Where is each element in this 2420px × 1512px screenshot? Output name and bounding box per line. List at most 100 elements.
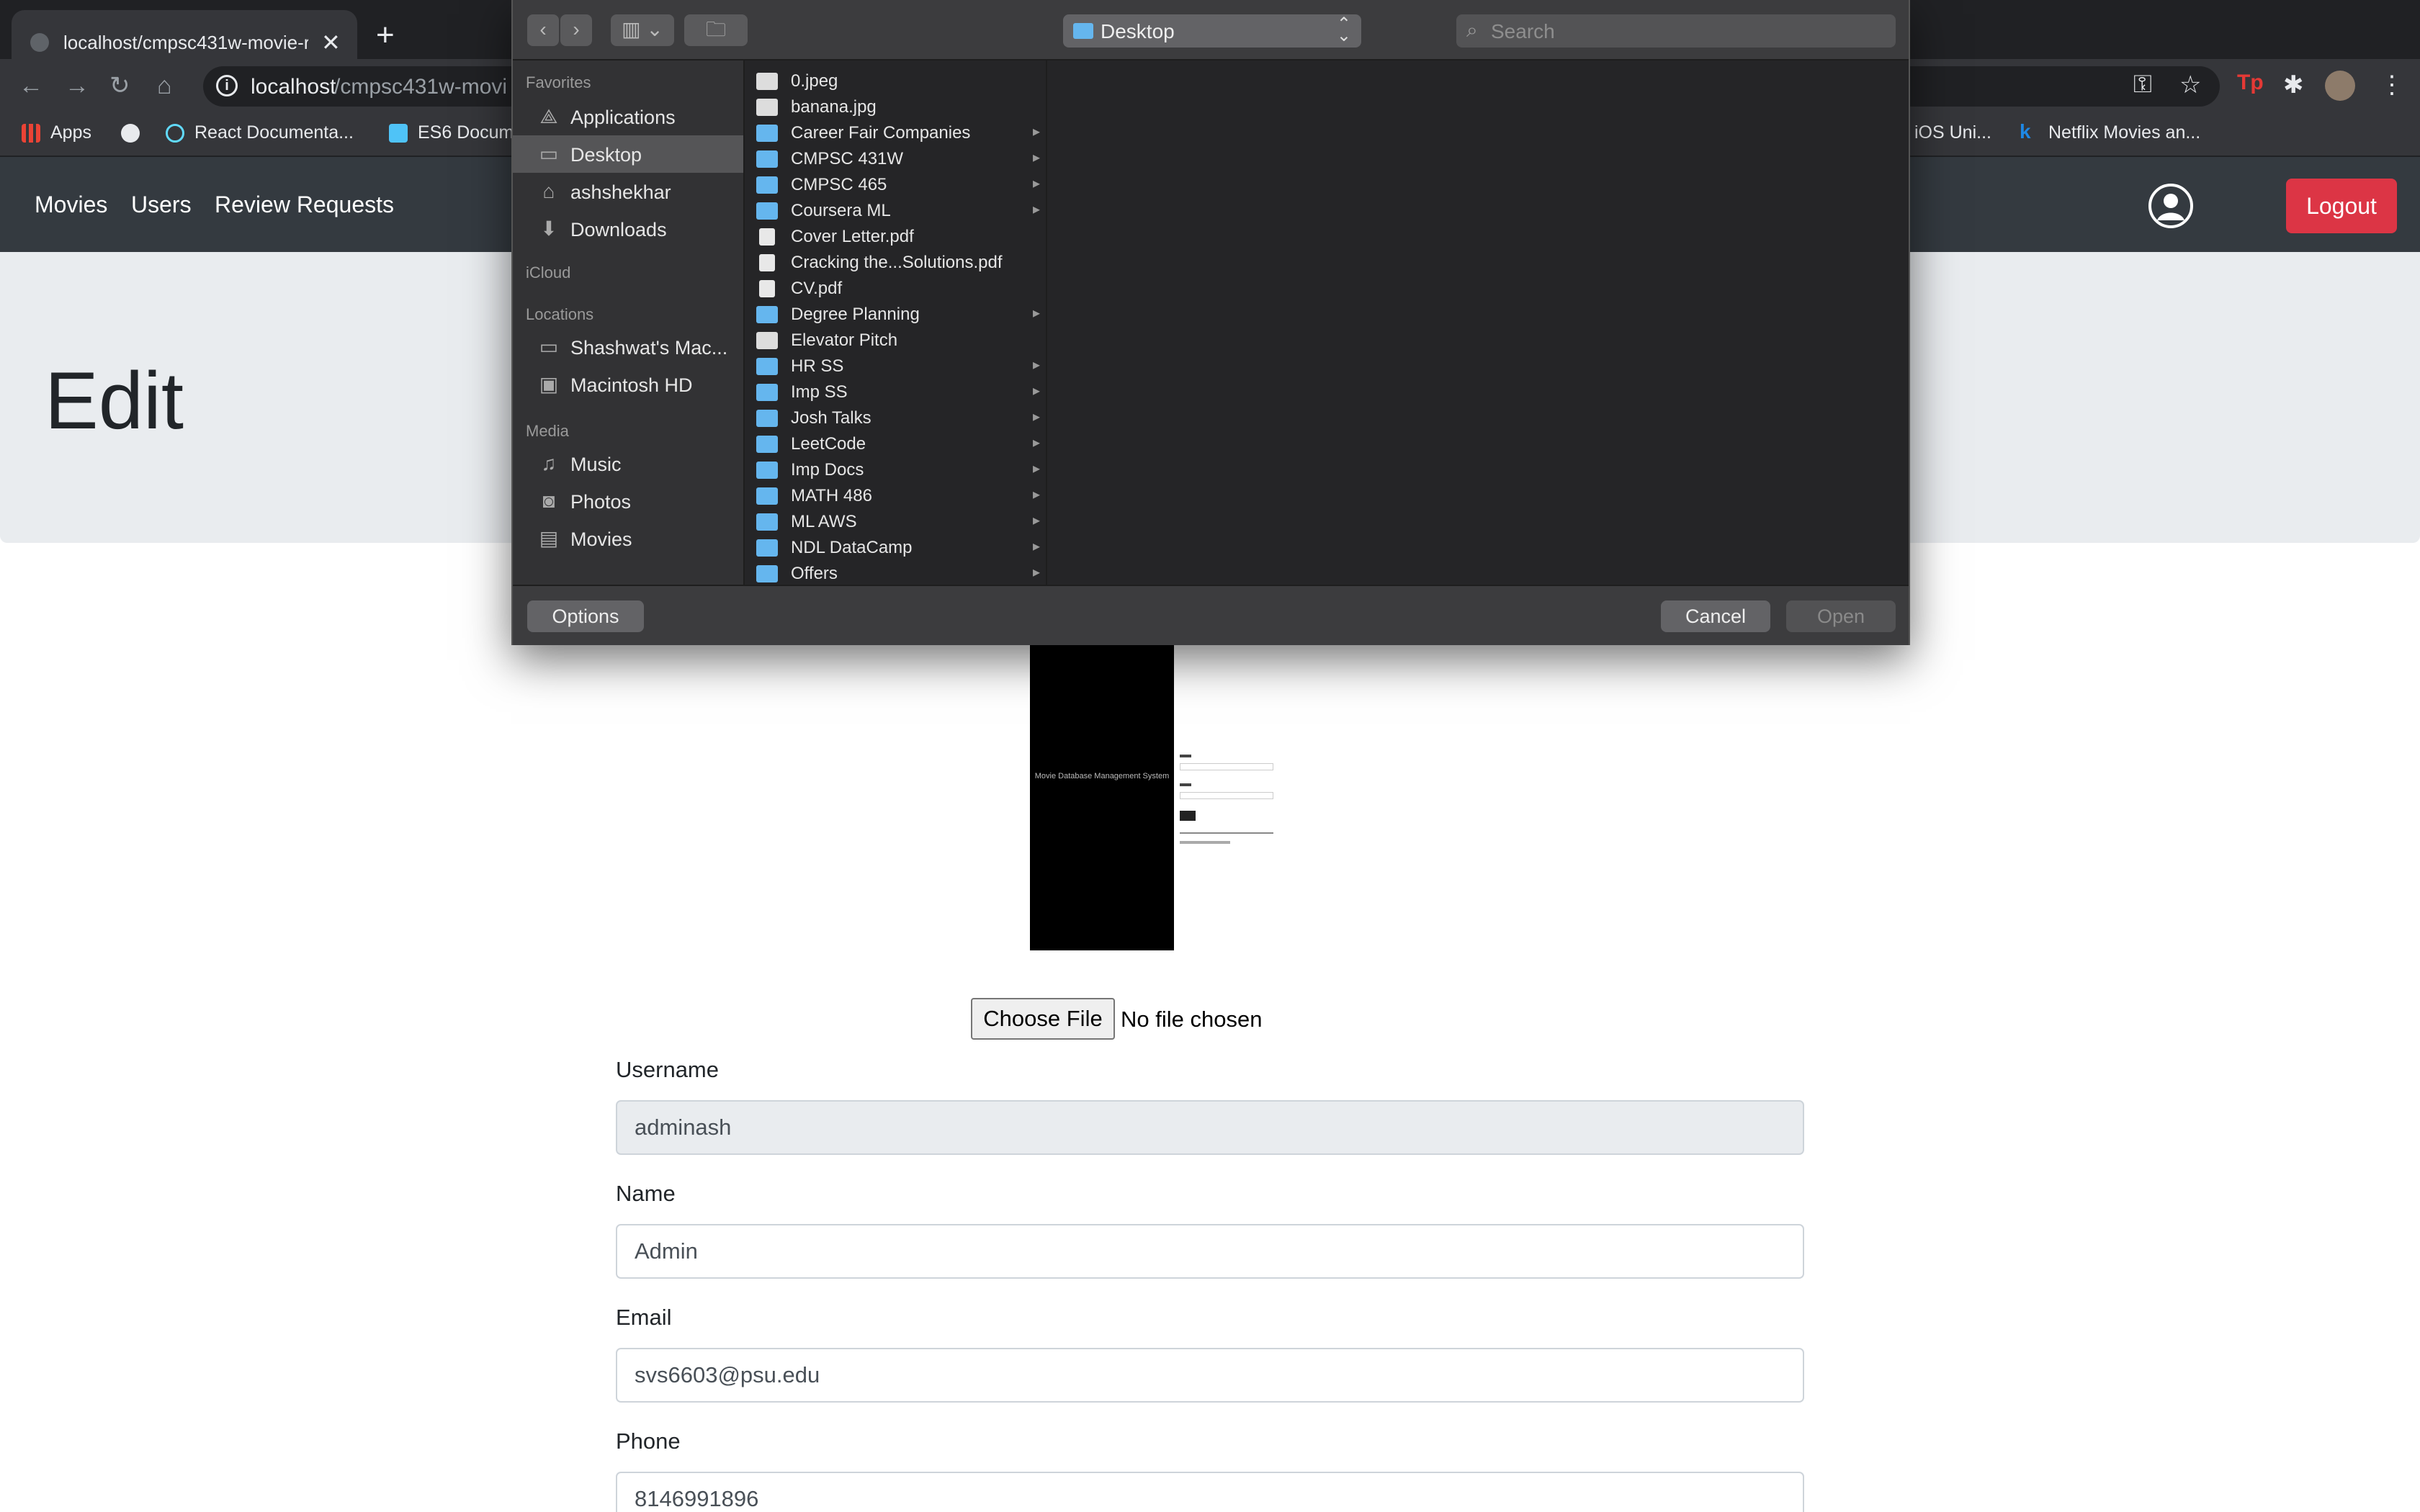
file-input: Choose File No file chosen <box>971 998 1262 1040</box>
file-name: Cover Letter.pdf <box>791 227 914 246</box>
new-folder-icon[interactable]: 🗀 <box>684 14 748 46</box>
sidebar-item-movies[interactable]: ▤ Movies <box>513 520 743 557</box>
updown-chevron-icon: ⌃ ⌄ <box>1336 14 1351 45</box>
location-label: Desktop <box>1101 20 1175 42</box>
bookmark-ios[interactable]: iOS Uni... <box>1914 122 1991 143</box>
new-tab-icon[interactable]: + <box>376 17 395 53</box>
cancel-button[interactable]: Cancel <box>1661 600 1770 632</box>
preview-label <box>1180 783 1191 786</box>
file-list-item[interactable]: NDL DataCamp ▸ <box>745 534 1046 560</box>
url-path: /cmpsc431w-movi <box>334 75 508 99</box>
bookmark-react-docs[interactable]: React Documenta... <box>166 122 354 143</box>
reload-icon[interactable]: ↻ <box>109 72 130 99</box>
file-name: Degree Planning <box>791 305 920 324</box>
file-list-item[interactable]: banana.jpg <box>745 94 1046 120</box>
sidebar-item-macintosh-hd[interactable]: ▣ Macintosh HD <box>513 366 743 403</box>
choose-file-button[interactable]: Choose File <box>971 998 1115 1040</box>
user-circle-icon[interactable] <box>2148 183 2194 229</box>
file-list-item[interactable]: CV.pdf <box>745 275 1046 301</box>
file-list-item[interactable]: Degree Planning ▸ <box>745 301 1046 327</box>
globe-icon <box>30 33 49 52</box>
file-list-item[interactable]: LeetCode ▸ <box>745 431 1046 456</box>
puzzle-icon[interactable]: ✱ <box>2283 71 2304 99</box>
file-list-item[interactable]: Coursera ML ▸ <box>745 197 1046 223</box>
sidebar-item-downloads[interactable]: ⬇ Downloads <box>513 210 743 248</box>
nav-users[interactable]: Users <box>131 192 192 218</box>
back-icon[interactable]: ← <box>19 72 43 99</box>
bookmark-netflix-movies[interactable]: k Netflix Movies an... <box>2020 122 2200 143</box>
nav-review-requests[interactable]: Review Requests <box>215 192 394 218</box>
extension-tp-icon[interactable]: Tp <box>2237 71 2264 95</box>
file-list-item[interactable]: Cover Letter.pdf <box>745 223 1046 249</box>
nav-movies[interactable]: Movies <box>35 192 107 218</box>
close-icon[interactable]: ✕ <box>321 29 341 56</box>
file-name: CV.pdf <box>791 279 843 298</box>
file-list-item[interactable]: CMPSC 465 ▸ <box>745 171 1046 197</box>
file-name: Coursera ML <box>791 201 891 220</box>
phone-label: Phone <box>616 1428 681 1454</box>
sidebar-item-photos[interactable]: ◙ Photos <box>513 482 743 520</box>
forward-icon[interactable]: › <box>560 14 592 46</box>
chevron-right-icon: ▸ <box>1033 176 1041 192</box>
bookmark-apps[interactable]: Apps <box>22 122 91 143</box>
file-list-item[interactable]: Imp Docs ▸ <box>745 456 1046 482</box>
search-icon: ⌕ <box>1466 19 1478 41</box>
sidebar-item-home[interactable]: ⌂ ashshekhar <box>513 173 743 210</box>
file-list-item[interactable]: Offers ▸ <box>745 560 1046 585</box>
name-field[interactable]: Admin <box>616 1224 1804 1279</box>
globe-icon <box>121 124 140 143</box>
sidebar-item-mac[interactable]: ▭ Shashwat's Mac... <box>513 328 743 366</box>
file-name: Career Fair Companies <box>791 123 971 143</box>
file-list-item[interactable]: Josh Talks ▸ <box>745 405 1046 431</box>
chevron-right-icon: ▸ <box>1033 357 1041 373</box>
email-field[interactable]: svs6603@psu.edu <box>616 1348 1804 1403</box>
sidebar-item-desktop[interactable]: ▭ Desktop <box>513 135 743 173</box>
chevron-right-icon: ▸ <box>1033 409 1041 425</box>
image-file-icon <box>756 332 778 349</box>
image-file-icon <box>756 99 778 116</box>
file-list-item[interactable]: 0.jpeg <box>745 68 1046 94</box>
profile-avatar[interactable] <box>2325 71 2355 101</box>
file-list-item[interactable]: ML AWS ▸ <box>745 508 1046 534</box>
file-list-item[interactable]: Career Fair Companies ▸ <box>745 120 1046 145</box>
view-columns-icon[interactable]: ▥ ⌄ <box>611 14 674 46</box>
file-list-item[interactable]: Elevator Pitch <box>745 327 1046 353</box>
bookmark-globe[interactable] <box>121 122 150 143</box>
name-label: Name <box>616 1181 676 1206</box>
dialog-search-input[interactable]: ⌕ Search <box>1456 14 1896 48</box>
bookmark-es6-docs[interactable]: ES6 Docum <box>389 122 514 143</box>
sidebar-item-music[interactable]: ♫ Music <box>513 445 743 482</box>
logout-button[interactable]: Logout <box>2286 179 2397 233</box>
home-icon: ⌂ <box>542 180 555 202</box>
file-name: NDL DataCamp <box>791 538 913 557</box>
menu-icon[interactable]: ⋮ <box>2380 71 2404 99</box>
home-icon[interactable]: ⌂ <box>157 72 172 99</box>
folder-icon <box>756 358 778 375</box>
forward-icon[interactable]: → <box>65 72 89 99</box>
sidebar-item-applications[interactable]: ⟁ Applications <box>513 98 743 135</box>
es6-icon <box>389 124 408 143</box>
phone-field[interactable]: 8146991896 <box>616 1472 1804 1512</box>
file-list-item[interactable]: HR SS ▸ <box>745 353 1046 379</box>
file-name: MATH 486 <box>791 486 872 505</box>
preview-button <box>1180 811 1196 821</box>
file-name: CMPSC 465 <box>791 175 887 194</box>
key-icon[interactable]: ⚿ <box>2133 71 2152 99</box>
preview-field <box>1180 792 1273 799</box>
file-list-item[interactable]: MATH 486 ▸ <box>745 482 1046 508</box>
info-icon[interactable]: i <box>216 75 238 96</box>
react-icon <box>166 124 184 143</box>
location-dropdown[interactable]: Desktop ⌃ ⌄ <box>1063 14 1361 48</box>
folder-icon <box>756 487 778 505</box>
dialog-sidebar: Favorites ⟁ Applications ▭ Desktop ⌂ ash… <box>513 60 745 585</box>
options-button[interactable]: Options <box>527 600 644 632</box>
music-icon: ♫ <box>541 452 557 474</box>
open-button[interactable]: Open <box>1786 600 1896 632</box>
star-icon[interactable]: ☆ <box>2179 71 2201 99</box>
back-icon[interactable]: ‹ <box>527 14 559 46</box>
file-list-item[interactable]: Cracking the...Solutions.pdf <box>745 249 1046 275</box>
page-title: Edit <box>45 356 184 446</box>
chevron-right-icon: ▸ <box>1033 539 1041 554</box>
file-list-item[interactable]: Imp SS ▸ <box>745 379 1046 405</box>
file-list-item[interactable]: CMPSC 431W ▸ <box>745 145 1046 171</box>
